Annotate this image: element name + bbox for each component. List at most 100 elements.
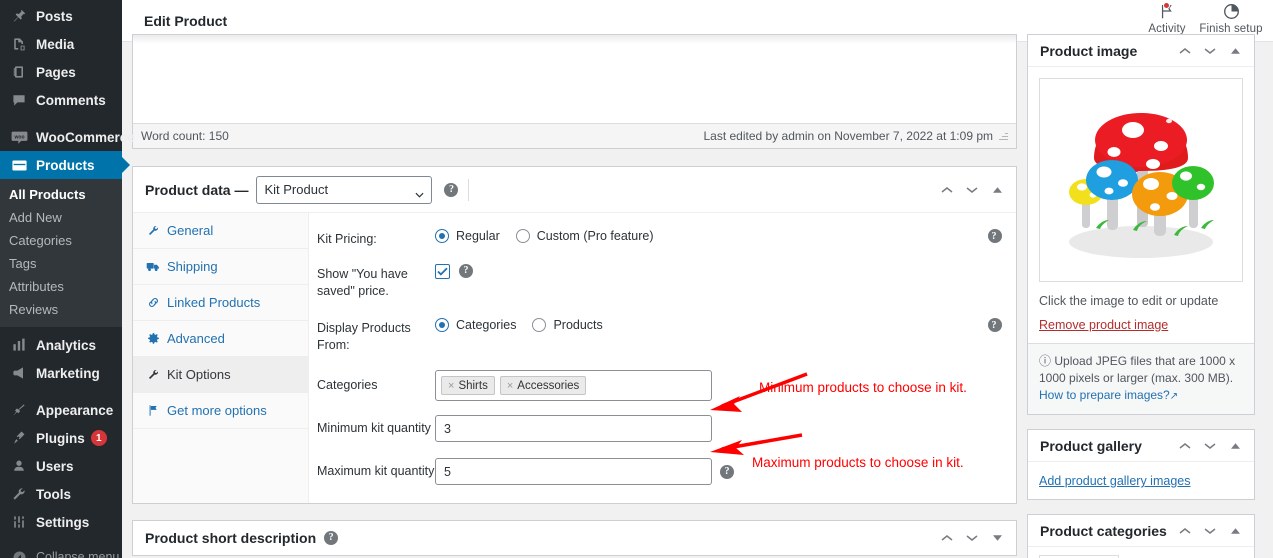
tab-advanced[interactable]: Advanced — [133, 321, 308, 357]
plugins-icon — [9, 429, 29, 447]
help-icon[interactable]: ? — [720, 464, 734, 479]
sidebar-item-appearance[interactable]: Appearance — [0, 396, 122, 424]
toggle-panel-icon[interactable] — [1228, 44, 1242, 58]
tab-get-more-options[interactable]: Get more options — [133, 393, 308, 429]
sidebar-item-label: Settings — [36, 514, 90, 530]
toggle-panel-icon[interactable] — [1228, 524, 1242, 538]
submenu-item-add-new[interactable]: Add New — [0, 206, 122, 229]
move-up-icon[interactable] — [1178, 439, 1192, 453]
panel-handle-controls — [1178, 44, 1242, 58]
radio-regular[interactable] — [435, 229, 449, 243]
help-icon[interactable]: ? — [988, 229, 1002, 243]
settings-icon — [9, 513, 29, 531]
submenu-item-attributes[interactable]: Attributes — [0, 275, 122, 298]
toggle-panel-icon[interactable] — [990, 531, 1004, 545]
activity-notification-dot — [1163, 1, 1170, 9]
field-label: Show "You have saved" price. — [317, 267, 408, 298]
help-icon[interactable]: ? — [988, 318, 1002, 332]
tab-linked-products[interactable]: Linked Products — [133, 285, 308, 321]
product-data-tabs: General Shipping Linked Products Advance… — [133, 213, 309, 503]
content-area: Word count: 150 Last edited by admin on … — [122, 34, 1273, 558]
submenu-item-tags[interactable]: Tags — [0, 252, 122, 275]
remove-tag-icon[interactable]: × — [507, 380, 513, 392]
move-down-icon[interactable] — [1203, 439, 1217, 453]
collapse-menu-button[interactable]: Collapse menu — [0, 543, 122, 558]
submenu-item-categories[interactable]: Categories — [0, 229, 122, 252]
gear-icon — [146, 332, 160, 346]
radio-products[interactable] — [532, 318, 547, 332]
checkbox-show-saved-price[interactable] — [435, 264, 450, 279]
panel-title: Product short description — [145, 530, 317, 546]
resize-handle-icon[interactable] — [998, 131, 1008, 141]
sidebar-item-pages[interactable]: Pages — [0, 58, 122, 86]
maximum-kit-quantity-input[interactable] — [435, 458, 712, 485]
main-content: Edit Product Activity Finish setup Word … — [122, 0, 1273, 558]
category-tag[interactable]: × Shirts — [441, 376, 495, 395]
radio-custom-pro-label: Custom (Pro feature) — [536, 229, 654, 243]
remove-tag-icon[interactable]: × — [448, 380, 454, 392]
sidebar-item-users[interactable]: Users — [0, 452, 122, 480]
radio-regular-label: Regular — [456, 229, 500, 243]
sidebar-item-media[interactable]: Media — [0, 30, 122, 58]
submenu-item-reviews[interactable]: Reviews — [0, 298, 122, 321]
sidebar-item-woocommerce[interactable]: woo WooCommerce — [0, 123, 135, 151]
sidebar-item-products[interactable]: Products — [0, 151, 130, 179]
help-icon[interactable]: ? — [324, 531, 339, 545]
product-data-label: Product data — — [145, 181, 249, 198]
tab-kit-options[interactable]: Kit Options — [133, 357, 308, 393]
category-tag[interactable]: × Accessories — [499, 376, 587, 395]
word-count: Word count: 150 — [141, 129, 229, 143]
sidebar-item-posts[interactable]: Posts — [0, 2, 122, 30]
plugins-update-badge: 1 — [90, 430, 107, 446]
remove-product-image-link[interactable]: Remove product image — [1039, 318, 1168, 332]
sidebar-item-label: Marketing — [36, 365, 100, 381]
radio-categories[interactable] — [435, 318, 449, 332]
move-up-icon[interactable] — [940, 183, 954, 197]
product-data-panel: Product data — Kit Product ? General Shi… — [132, 166, 1017, 504]
move-down-icon[interactable] — [1203, 524, 1217, 538]
field-show-saved-price: Show "You have saved" price. ? — [317, 264, 1002, 300]
sidebar-item-analytics[interactable]: Analytics — [0, 331, 122, 359]
product-data-body: General Shipping Linked Products Advance… — [133, 213, 1016, 503]
media-icon — [9, 35, 29, 53]
product-description-editor: Word count: 150 Last edited by admin on … — [132, 34, 1017, 149]
sidebar-item-plugins[interactable]: Plugins 1 — [0, 424, 122, 452]
activity-button[interactable]: Activity — [1135, 0, 1199, 35]
help-icon[interactable]: ? — [444, 182, 459, 197]
toggle-panel-icon[interactable] — [1228, 439, 1242, 453]
tab-label: Advanced — [167, 331, 225, 346]
panel-title: Product gallery — [1040, 437, 1142, 454]
tab-shipping[interactable]: Shipping — [133, 249, 308, 285]
appearance-icon — [9, 401, 29, 419]
sidebar-item-label: Posts — [36, 8, 73, 24]
move-down-icon[interactable] — [965, 183, 979, 197]
sidebar-item-settings[interactable]: Settings — [0, 508, 122, 536]
tab-general[interactable]: General — [133, 213, 308, 249]
finish-setup-label: Finish setup — [1199, 22, 1263, 35]
categories-multiselect[interactable]: × Shirts × Accessories — [435, 370, 712, 401]
how-to-prepare-images-link[interactable]: How to prepare images? — [1039, 388, 1170, 402]
collapse-arrow-icon — [9, 548, 29, 558]
sidebar-item-comments[interactable]: Comments — [0, 86, 122, 114]
field-label: Display Products From: — [317, 321, 411, 352]
move-down-icon[interactable] — [965, 531, 979, 545]
editor-canvas[interactable] — [133, 35, 1016, 123]
sidebar-item-tools[interactable]: Tools — [0, 480, 122, 508]
help-icon[interactable]: ? — [459, 264, 473, 278]
tab-label: Linked Products — [167, 295, 261, 310]
progress-circle-icon — [1223, 2, 1240, 22]
sidebar-item-marketing[interactable]: Marketing — [0, 359, 122, 387]
toggle-panel-icon[interactable] — [990, 183, 1004, 197]
minimum-kit-quantity-input[interactable] — [435, 415, 712, 442]
move-up-icon[interactable] — [1178, 44, 1192, 58]
submenu-item-all-products[interactable]: All Products — [0, 183, 122, 206]
activity-label: Activity — [1148, 22, 1186, 35]
product-type-select[interactable]: Kit Product — [256, 175, 433, 204]
move-up-icon[interactable] — [940, 531, 954, 545]
product-image-thumbnail[interactable] — [1039, 78, 1243, 282]
finish-setup-button[interactable]: Finish setup — [1199, 0, 1263, 35]
move-down-icon[interactable] — [1203, 44, 1217, 58]
add-product-gallery-images-link[interactable]: Add product gallery images — [1039, 474, 1190, 488]
radio-custom-pro[interactable] — [515, 229, 530, 243]
move-up-icon[interactable] — [1178, 524, 1192, 538]
